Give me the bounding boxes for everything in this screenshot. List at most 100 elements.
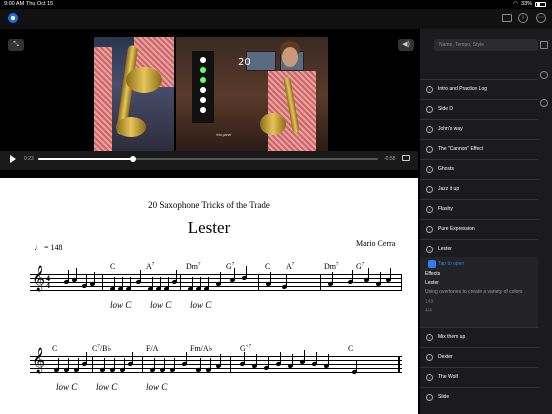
meta-tempo: 148 [425, 299, 434, 305]
staff-row-2: 𝄞 [30, 348, 402, 375]
note-stem [114, 358, 115, 369]
chevron-down-icon: ⌄ [426, 246, 433, 253]
note-stem [186, 352, 187, 363]
chevron-right-icon: › [426, 166, 433, 173]
note-stem [368, 268, 369, 279]
note-stem [208, 277, 209, 288]
section-title: Effects [425, 271, 441, 277]
sidebar-item-label: Pure Expression [438, 226, 475, 232]
info-icon[interactable]: i [518, 13, 528, 23]
low-c-annotation: low C [56, 382, 78, 392]
note-stem [86, 274, 87, 285]
volume-icon[interactable]: ◀) [398, 39, 414, 51]
chord-symbol: G+7 [240, 344, 252, 353]
lesson-sidebar: › Intro and Practice Log › Side D › John's wa… [420, 29, 552, 414]
sidebar-item[interactable]: › Flashy [420, 199, 538, 219]
sidebar-item[interactable]: › Dexter [420, 347, 538, 367]
chevron-right-icon: › [426, 226, 433, 233]
note-stem [176, 270, 177, 281]
sidebar-item[interactable]: ⌄ Lester [420, 239, 538, 259]
display-mode-icon[interactable] [502, 14, 512, 22]
remaining-time: -0:58 [384, 156, 396, 162]
status-right: ◠ 33% [513, 1, 546, 7]
note-stem [356, 360, 357, 371]
item-description: Using overtones to create a variety of c… [425, 289, 523, 295]
note-stem [246, 266, 247, 277]
note-stem [68, 270, 69, 281]
note-stem [76, 268, 77, 279]
note-stem [192, 277, 193, 288]
expand-icon[interactable]: ⤡ [8, 39, 24, 51]
sidebar-item-label: Jazz it up [438, 186, 460, 192]
sidebar-item-label: Dexter [438, 354, 453, 360]
settings-side-icon[interactable] [540, 99, 548, 107]
note-stem [304, 350, 305, 361]
tap-to-open[interactable]: Tap to open [438, 261, 464, 267]
note-stem [152, 277, 153, 288]
seek-slider[interactable] [38, 156, 378, 162]
sidebar-item-label: Ghosts [438, 166, 454, 172]
note-stem [332, 272, 333, 283]
sidebar-item[interactable]: › Jazz it up [420, 179, 538, 199]
chevron-right-icon: › [426, 106, 433, 113]
low-c-annotation: low C [96, 382, 118, 392]
sidebar-item[interactable]: › The Wolf [420, 367, 538, 387]
sidebar-item[interactable]: › John's way [420, 119, 538, 139]
note-stem [220, 272, 221, 283]
calendar-icon[interactable] [540, 71, 548, 79]
sheet-music: 20 Saxophone Tricks of the Trade Lester … [0, 178, 418, 414]
note-stem [256, 354, 257, 365]
status-bar: 9:00 AM Thu Oct 15 ◠ 33% [0, 0, 552, 9]
chord-symbol: A7 [286, 262, 295, 271]
search-input[interactable] [434, 39, 538, 51]
sidebar-item[interactable]: › Ghosts [420, 159, 538, 179]
staff-row-1: 𝄞 44 [30, 266, 402, 292]
sidebar-item-label: John's way [438, 126, 463, 132]
time-signature: 44 [46, 274, 50, 290]
composer: Mario Cerra [356, 239, 396, 248]
note-stem [68, 358, 69, 369]
sidebar-item-label: Mix them up [438, 334, 466, 340]
note-stem [58, 358, 59, 369]
note-stem [78, 358, 79, 369]
sidebar-item[interactable]: › Mix them up [420, 327, 538, 347]
note-stem [124, 358, 125, 369]
note-stem [114, 277, 115, 288]
note-stem [94, 272, 95, 283]
open-lesson-icon[interactable] [428, 260, 436, 268]
airplay-icon[interactable] [402, 155, 410, 161]
status-date: Thu Oct 15 [26, 1, 54, 7]
book-icon[interactable] [540, 41, 548, 49]
seek-knob[interactable] [130, 156, 137, 162]
chevron-right-icon: › [426, 146, 433, 153]
note-stem [132, 352, 133, 363]
song-title: Lester [187, 218, 231, 237]
note-stem [220, 354, 221, 365]
chord-symbol: C [110, 262, 116, 271]
sidebar-item-label: The Wolf [438, 374, 458, 380]
sidebar-item[interactable]: › Slide [420, 387, 538, 407]
chevron-right-icon: › [426, 334, 433, 341]
note-stem [174, 358, 175, 369]
treble-clef-icon: 𝄞 [32, 266, 46, 291]
note-stem [270, 272, 271, 283]
note-stem [268, 356, 269, 367]
chevron-right-icon: › [426, 186, 433, 193]
chevron-right-icon: › [426, 126, 433, 133]
sidebar-item[interactable]: › Pure Expression [420, 219, 538, 239]
app-icon[interactable] [8, 13, 18, 23]
battery-percent: 33% [520, 1, 532, 7]
panel-number: 20 [238, 57, 251, 68]
sidebar-item[interactable]: › Intro and Practice Log [420, 79, 538, 99]
note-stem [328, 354, 329, 365]
video-player[interactable]: ⤡ ◀) 20 info panel 0:23 -0:58 [0, 29, 418, 170]
settings-icon[interactable]: ⋯ [536, 13, 546, 23]
play-icon[interactable] [10, 155, 16, 163]
note-stem [352, 270, 353, 281]
chord-symbol: C [265, 262, 271, 271]
item-title: Lester [425, 280, 439, 286]
current-time: 0:23 [24, 156, 34, 162]
sidebar-item-label: Flashy [438, 206, 453, 212]
sidebar-item[interactable]: › The "Cannon" Effect [420, 139, 538, 159]
sidebar-item[interactable]: › Side D [420, 99, 538, 119]
